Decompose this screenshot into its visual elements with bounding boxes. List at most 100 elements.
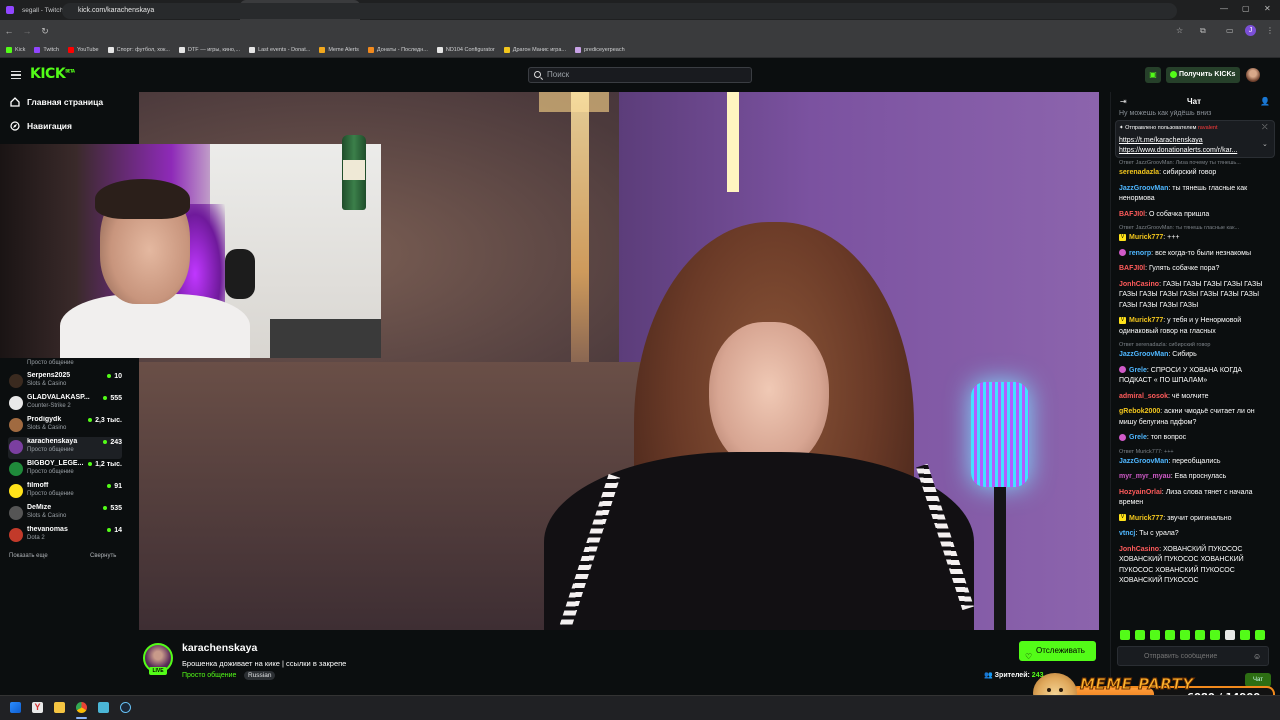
chat-message[interactable]: renorp: все когда-то были незнакомы (1119, 249, 1263, 260)
chat-message[interactable]: admiral_sosok: чё молчите (1119, 392, 1263, 403)
emote-icon[interactable] (1180, 630, 1190, 640)
sidebar-home[interactable]: Главная страница (10, 97, 103, 107)
chat-message[interactable]: JazzGroovMan: ты тянешь гласные как нено… (1119, 184, 1263, 205)
maximize-icon[interactable]: ▢ (1242, 4, 1250, 13)
chat-username[interactable]: myr_myr_myau (1119, 473, 1171, 480)
emote-icon[interactable] (1195, 630, 1205, 640)
bookmark-item[interactable]: YouTube (67, 46, 99, 53)
bookmark-item[interactable]: Kick (6, 46, 25, 53)
chat-username[interactable]: JazzGroovMan (1119, 185, 1168, 192)
chat-username[interactable]: renorp (1129, 250, 1151, 257)
forward-icon[interactable]: → (18, 26, 36, 36)
chat-username[interactable]: HozyainOrlai (1119, 489, 1162, 496)
sidebar-channel[interactable]: Prodigydk Slots & Casino 2,3 тыс. (8, 415, 122, 437)
bookmark-item[interactable]: DTF — игры, кино,... (178, 46, 240, 53)
steam-icon[interactable] (120, 702, 131, 713)
emote-icon[interactable] (1255, 630, 1265, 640)
sidebar-channel[interactable]: DeMize Slots & Casino 535 (8, 503, 122, 525)
emote-icon[interactable] (1120, 630, 1130, 640)
chat-message[interactable]: Grele: СПРОСИ У ХОВАНА КОГДА ПОДКАСТ « П… (1119, 366, 1263, 387)
emote-icon[interactable] (1165, 630, 1175, 640)
chat-username[interactable]: Murick777 (1129, 317, 1163, 324)
extensions-icon[interactable]: ⧉ (1200, 26, 1206, 36)
follow-button[interactable]: ♡ Отслеживать (1019, 641, 1096, 661)
expand-pinned-icon[interactable]: ⌄ (1262, 140, 1268, 148)
chat-message[interactable]: gRebok2000: аскни чмодьё считает ли он м… (1119, 407, 1263, 428)
bookmark-item[interactable]: Last events - Donat... (249, 46, 310, 53)
sidebar-navigation[interactable]: Навигация (10, 121, 72, 131)
chat-username[interactable]: JonhCasino (1119, 281, 1159, 288)
bookmark-star-icon[interactable]: ☆ (1176, 26, 1183, 35)
unpin-icon[interactable]: ⤫ (1262, 124, 1268, 132)
search-input[interactable]: Поиск (528, 67, 752, 83)
chat-username[interactable]: JazzGroovMan (1119, 458, 1168, 465)
user-avatar[interactable] (1246, 68, 1260, 82)
chat-message-input[interactable] (1117, 646, 1269, 666)
collapse-chat-icon[interactable]: ⇥ (1120, 97, 1127, 106)
emote-icon[interactable] (1150, 630, 1160, 640)
chat-username[interactable]: Murick777 (1129, 515, 1163, 522)
reload-icon[interactable]: ↻ (36, 26, 54, 37)
collapse-link[interactable]: Свернуть (90, 553, 116, 559)
sidebar-channel[interactable]: GLADVALAKASP... Counter-Strike 2 555 (8, 393, 122, 415)
chat-message[interactable]: Grele: топ вопрос (1119, 433, 1263, 444)
sidebar-channel[interactable]: Serpens2025 Slots & Casino 10 (8, 371, 122, 393)
chat-message[interactable]: vtncj: Ты с урала? (1119, 529, 1263, 540)
sidepanel-icon[interactable]: ▭ (1226, 26, 1234, 35)
bookmark-item[interactable]: Meme Alerts (319, 46, 359, 53)
chat-message[interactable]: JonhCasino: ГАЗЫ ГАЗЫ ГАЗЫ ГАЗЫ ГАЗЫ ГАЗ… (1119, 280, 1263, 312)
windows-start-icon[interactable] (10, 702, 21, 713)
chat-users-icon[interactable]: 👤 (1260, 97, 1270, 106)
chat-username[interactable]: JazzGroovMan (1119, 351, 1168, 358)
emote-icon[interactable] (1240, 630, 1250, 640)
chat-message[interactable]: myr_myr_myau: Ева проснулась (1119, 472, 1263, 483)
sidebar-channel[interactable]: karachenskaya Просто общение 243 (8, 437, 122, 459)
chat-send-button[interactable]: Чат (1245, 673, 1271, 687)
chat-message[interactable]: Ответ serenadazla: сибирский говор JazzGr… (1119, 342, 1263, 361)
back-icon[interactable]: ← (0, 26, 18, 36)
chat-message[interactable]: Ответ JazzGroovMan: ты тянешь гласные ка… (1119, 225, 1263, 244)
emote-icon[interactable] (1135, 630, 1145, 640)
sidebar-channel[interactable]: filmoff Просто общение 91 (8, 481, 122, 503)
chat-username[interactable]: Grele (1129, 434, 1147, 441)
address-bar[interactable]: kick.com/karachenskaya (62, 3, 1177, 19)
chat-username[interactable]: JonhCasino (1119, 546, 1159, 553)
chat-message[interactable]: JonhCasino: ХОВАНСКИЙ ПУКОСОС ХОВАНСКИЙ … (1119, 545, 1263, 587)
bookmark-item[interactable]: Драгон Манис игра... (503, 46, 566, 53)
chat-message[interactable]: HozyainOrlai: Лиза слова тянет с начала … (1119, 488, 1263, 509)
language-tag[interactable]: Russian (244, 671, 276, 680)
emote-icon[interactable] (1225, 630, 1235, 640)
sidebar-channel[interactable]: thevanomas Dota 2 14 (8, 525, 122, 547)
chat-username[interactable]: serenadazla (1119, 169, 1159, 176)
kick-store-icon[interactable]: ▣ (1145, 67, 1161, 83)
emoji-icon[interactable]: ☺ (1253, 652, 1261, 661)
profile-avatar[interactable]: J (1245, 25, 1256, 36)
chat-message[interactable]: Ответ JazzGroovMan: Лиза почему ты тянеш… (1119, 160, 1263, 179)
menu-dots-icon[interactable]: ⋮ (1266, 26, 1274, 35)
chat-message[interactable]: V Murick777: у тебя и у Ненормовой одинак… (1119, 316, 1263, 337)
notepad-icon[interactable] (98, 702, 109, 713)
file-explorer-icon[interactable] (54, 702, 65, 713)
bookmark-item[interactable]: prediceyerpeach (575, 46, 625, 53)
bookmark-item[interactable]: ND104 Configurator (436, 46, 495, 53)
chat-message[interactable]: Ответ Murick777: +++ JazzGroovMan: переоб… (1119, 449, 1263, 468)
hamburger-menu-icon[interactable] (11, 71, 21, 79)
chrome-icon[interactable] (76, 702, 87, 713)
yandex-browser-icon[interactable]: Y (32, 702, 43, 713)
stream-category[interactable]: Просто общение (182, 672, 236, 679)
emote-icon[interactable] (1210, 630, 1220, 640)
channel-name[interactable]: karachenskaya (182, 642, 257, 654)
chat-message[interactable]: V Murick777: звучит оригинально (1119, 514, 1263, 525)
show-more-link[interactable]: Показать еще (9, 553, 48, 559)
bookmark-item[interactable]: Спорт: футбол, хок... (107, 46, 170, 53)
get-kicks-button[interactable]: Получить KICKs (1166, 67, 1240, 83)
pinned-link-donation[interactable]: https://www.donationalerts.com/r/kar... (1119, 147, 1237, 154)
webcam-overlay[interactable] (0, 144, 381, 358)
chat-username[interactable]: gRebok2000 (1119, 408, 1160, 415)
chat-username[interactable]: vtncj (1119, 530, 1135, 537)
pinned-link-telegram[interactable]: https://t.me/karachenskaya (1119, 137, 1203, 144)
close-window-icon[interactable]: ✕ (1264, 4, 1271, 13)
chat-username[interactable]: BAFJI0l (1119, 265, 1145, 272)
chat-username[interactable]: admiral_sosok (1119, 393, 1168, 400)
kick-logo[interactable]: KICKBETA (30, 66, 75, 82)
